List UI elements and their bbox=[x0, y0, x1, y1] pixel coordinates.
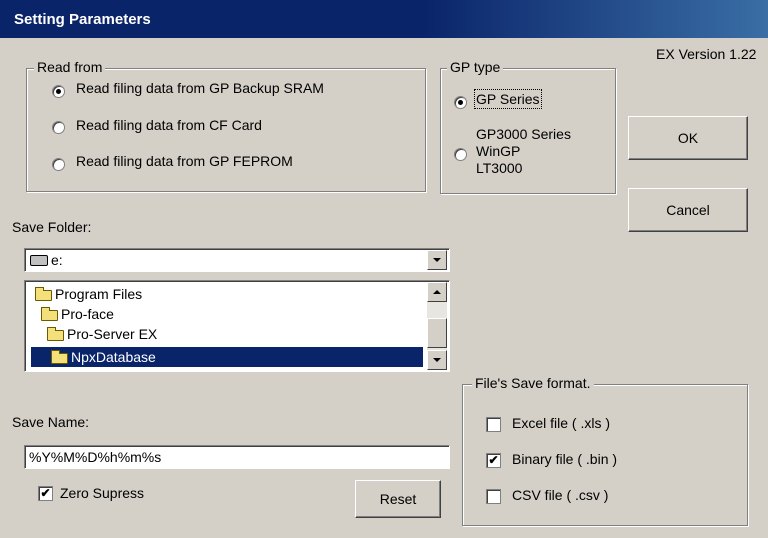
excel-label[interactable]: Excel file ( .xls ) bbox=[512, 415, 610, 431]
radio-gp3000-series[interactable] bbox=[454, 148, 467, 161]
dialog-title: Setting Parameters bbox=[14, 11, 151, 28]
folder-list-scrollbar[interactable] bbox=[427, 282, 447, 370]
folder-item-npxdatabase[interactable]: NpxDatabase bbox=[31, 347, 423, 367]
chevron-down-icon bbox=[433, 258, 441, 262]
cancel-button[interactable]: Cancel bbox=[628, 188, 748, 232]
folder-item-label: Pro-face bbox=[61, 306, 114, 322]
save-name-input[interactable] bbox=[24, 445, 450, 469]
folder-open-icon bbox=[51, 350, 68, 364]
read-from-legend: Read from bbox=[34, 59, 106, 75]
scroll-up-button[interactable] bbox=[427, 282, 447, 302]
binary-checkbox[interactable]: ✔ bbox=[486, 453, 501, 468]
binary-label[interactable]: Binary file ( .bin ) bbox=[512, 451, 617, 467]
version-label: EX Version 1.22 bbox=[656, 46, 757, 62]
radio-gp-backup-sram-label[interactable]: Read filing data from GP Backup SRAM bbox=[76, 80, 324, 96]
excel-checkbox[interactable] bbox=[486, 417, 501, 432]
gp3000-label-line-1: GP3000 Series bbox=[476, 126, 571, 142]
folder-item-pro-face[interactable]: Pro-face bbox=[31, 305, 411, 323]
ok-button[interactable]: OK bbox=[628, 116, 748, 160]
csv-label[interactable]: CSV file ( .csv ) bbox=[512, 487, 608, 503]
radio-cf-card-label[interactable]: Read filing data from CF Card bbox=[76, 117, 262, 133]
save-format-legend: File's Save format. bbox=[472, 375, 594, 391]
drive-value: e: bbox=[51, 252, 63, 268]
radio-gp-series-label[interactable]: GP Series bbox=[474, 89, 542, 109]
gp3000-label-line-3: LT3000 bbox=[476, 160, 523, 176]
gp-type-legend: GP type bbox=[447, 59, 504, 75]
radio-cf-card[interactable] bbox=[52, 121, 65, 134]
csv-checkbox[interactable] bbox=[486, 489, 501, 504]
radio-gp-backup-sram[interactable] bbox=[52, 85, 65, 98]
radio-gp-series[interactable] bbox=[454, 96, 467, 109]
chevron-up-icon bbox=[433, 290, 441, 294]
gp3000-label-line-2: WinGP bbox=[476, 143, 521, 159]
folder-item-program-files[interactable]: Program Files bbox=[31, 285, 411, 303]
folder-item-label: Program Files bbox=[55, 286, 143, 302]
drive-dropdown-button[interactable] bbox=[427, 250, 447, 270]
radio-gp3000-series-label[interactable]: GP3000 Series WinGP LT3000 bbox=[476, 126, 571, 177]
scroll-thumb[interactable] bbox=[427, 318, 447, 348]
scroll-down-button[interactable] bbox=[427, 350, 447, 370]
radio-gp-feprom[interactable] bbox=[52, 158, 65, 171]
save-name-label: Save Name: bbox=[12, 414, 90, 430]
chevron-down-icon bbox=[433, 358, 441, 362]
folder-item-label: NpxDatabase bbox=[71, 349, 156, 365]
folder-open-icon bbox=[41, 307, 58, 321]
folder-item-pro-server-ex[interactable]: Pro-Server EX bbox=[31, 325, 411, 343]
radio-gp-feprom-label[interactable]: Read filing data from GP FEPROM bbox=[76, 153, 293, 169]
drive-icon bbox=[30, 255, 48, 266]
reset-button[interactable]: Reset bbox=[355, 480, 441, 518]
zero-supress-label[interactable]: Zero Supress bbox=[60, 485, 144, 501]
zero-supress-checkbox[interactable]: ✔ bbox=[38, 486, 53, 501]
folder-open-icon bbox=[47, 327, 64, 341]
folder-list[interactable]: Program Files Pro-face Pro-Server EX Npx… bbox=[24, 280, 450, 372]
folder-item-label: Pro-Server EX bbox=[67, 326, 158, 342]
drive-select[interactable]: e: bbox=[24, 248, 450, 272]
save-folder-label: Save Folder: bbox=[12, 219, 92, 235]
title-bar: Setting Parameters bbox=[0, 0, 768, 38]
folder-open-icon bbox=[35, 287, 52, 301]
